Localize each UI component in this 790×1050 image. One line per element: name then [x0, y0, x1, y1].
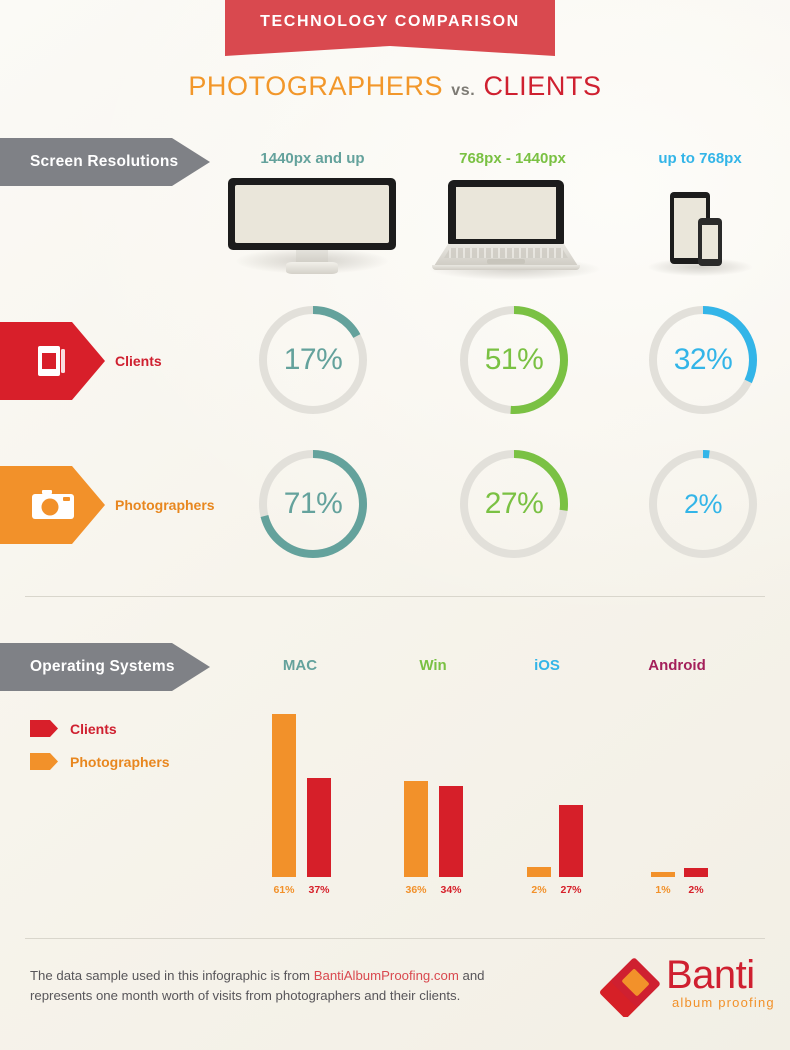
section-tag-screen-resolutions: Screen Resolutions: [0, 138, 210, 186]
footer-note: The data sample used in this infographic…: [30, 966, 530, 1007]
bar-android-clients: [684, 868, 708, 877]
monitor-screen: [235, 185, 389, 243]
camera-icon: [31, 490, 74, 519]
subtitle-clients: CLIENTS: [483, 71, 602, 101]
bar-label-mac-clients: 37%: [308, 884, 330, 896]
section-divider: [25, 596, 765, 597]
laptop-keyboard: [444, 248, 568, 258]
donut-clients-laptop: 51%: [456, 302, 572, 418]
laptop-lid: [448, 180, 564, 244]
donut-value: 71%: [283, 487, 343, 520]
device-label-laptop: 768px - 1440px: [459, 150, 566, 167]
device-label-mobile: up to 768px: [658, 150, 742, 167]
bar-label-win-clients: 34%: [440, 884, 462, 896]
bar-android-photographers: [651, 872, 675, 877]
banti-diamond-icon: [600, 958, 660, 1018]
laptop-front-edge: [432, 265, 580, 270]
footer-link[interactable]: BantiAlbumProofing.com: [314, 968, 459, 983]
donut-photographers-laptop: 27%: [456, 446, 572, 562]
banner-notch: [225, 46, 555, 56]
os-header-win: Win: [419, 657, 447, 674]
infographic-page: TECHNOLOGY COMPARISON PHOTOGRAPHERS vs. …: [0, 0, 790, 1050]
monitor-frame: [228, 178, 396, 250]
device-label-desktop: 1440px and up: [260, 150, 365, 167]
footer-divider: [25, 938, 765, 939]
bar-win-photographers: [404, 781, 428, 877]
row-label-clients: Clients: [115, 353, 162, 369]
donut-value: 2%: [683, 488, 723, 519]
section-tag-operating-systems: Operating Systems: [0, 643, 210, 691]
banti-logo[interactable]: Banti album proofing: [600, 953, 780, 1018]
donut-value: 17%: [283, 343, 343, 376]
bar-win-clients: [439, 786, 463, 877]
banner-title: TECHNOLOGY COMPARISON: [225, 0, 555, 46]
bar-label-mac-photographers: 61%: [273, 884, 295, 896]
banti-logo-name: Banti: [666, 953, 755, 997]
bar-label-win-photographers: 36%: [405, 884, 427, 896]
photo-album-icon: [37, 346, 65, 376]
donut-photographers-mobile: 2%: [645, 446, 761, 562]
laptop-trackpad: [487, 259, 525, 264]
monitor-base: [286, 262, 338, 274]
row-label-photographers: Photographers: [115, 497, 215, 513]
footer-text-before: The data sample used in this infographic…: [30, 968, 314, 983]
donut-clients-mobile: 32%: [645, 302, 761, 418]
bar-ios-clients: [559, 805, 583, 877]
subtitle-vs: vs.: [451, 82, 476, 99]
section-tag-label: Operating Systems: [30, 658, 175, 675]
phone-device: [698, 218, 722, 266]
donut-clients-desktop: 17%: [255, 302, 371, 418]
row-tag-photographers: [0, 466, 105, 544]
bar-label-ios-clients: 27%: [560, 884, 582, 896]
phone-screen: [702, 225, 718, 259]
os-header-mac: MAC: [282, 657, 318, 674]
donut-photographers-desktop: 71%: [255, 446, 371, 562]
bar-mac-clients: [307, 778, 331, 877]
os-header-android: Android: [648, 657, 706, 674]
section-tag-label: Screen Resolutions: [30, 153, 179, 170]
donut-value: 27%: [484, 487, 544, 520]
bar-label-android-clients: 2%: [688, 884, 704, 896]
donut-value: 51%: [484, 343, 544, 376]
bar-mac-photographers: [272, 714, 296, 877]
laptop-screen: [456, 187, 556, 239]
donut-value: 32%: [673, 343, 733, 376]
bar-ios-photographers: [527, 867, 551, 877]
os-header-ios: iOS: [534, 657, 560, 674]
bar-chart-plot: [0, 700, 790, 877]
row-tag-clients: [0, 322, 105, 400]
banti-logo-tagline: album proofing: [672, 995, 775, 1010]
page-subtitle: PHOTOGRAPHERS vs. CLIENTS: [0, 71, 790, 102]
subtitle-photographers: PHOTOGRAPHERS: [188, 71, 444, 101]
